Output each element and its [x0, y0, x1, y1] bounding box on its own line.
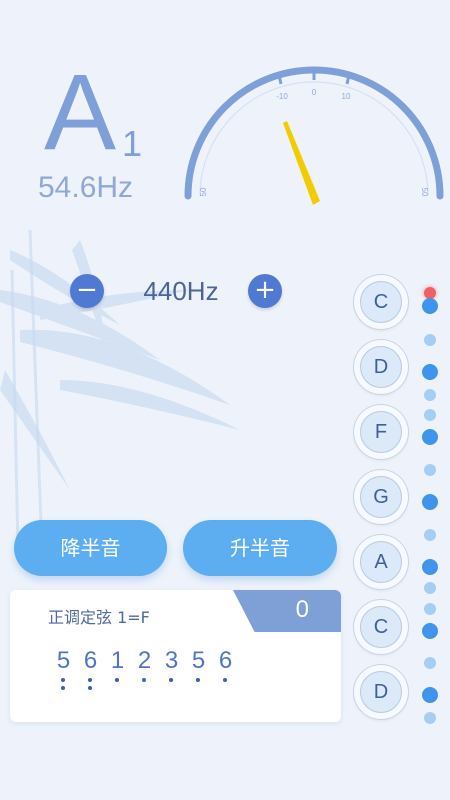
gauge-tick-10: 10 [342, 92, 351, 101]
notation-digit: 6 [212, 648, 239, 682]
string-note-label: A [360, 541, 402, 583]
string-note-label: G [360, 476, 402, 518]
string-button[interactable]: G [354, 470, 408, 524]
octave-dot [88, 686, 92, 690]
notation-digit: 1 [104, 648, 131, 682]
string-note-label: C [360, 281, 402, 323]
notation-digit: 5 [50, 648, 77, 690]
string-indicator-dot [422, 623, 438, 639]
detected-frequency: 54.6Hz [38, 171, 134, 204]
string-indicator-dot [424, 409, 436, 421]
tuning-mode-card[interactable]: 0 正调定弦 1=F 5612356 [10, 590, 341, 722]
semitone-up-button[interactable]: 升半音 [183, 520, 337, 576]
octave-dot [61, 686, 65, 690]
string-button[interactable]: D [354, 665, 408, 719]
gauge-needle [283, 121, 320, 205]
string-indicator-dot [422, 298, 438, 314]
string-indicator-dot [424, 529, 436, 541]
octave-dot [169, 678, 173, 682]
string-selector: CDFGACD [354, 275, 444, 725]
string-button[interactable]: C [354, 275, 408, 329]
octave-dot [142, 678, 146, 682]
gauge-left-label: 50 [199, 187, 208, 196]
string-indicator-dot [424, 657, 436, 669]
transpose-value: 0 [295, 596, 309, 623]
string-indicator-dot [424, 603, 436, 615]
octave-dot [196, 678, 200, 682]
semitone-down-button[interactable]: 降半音 [14, 520, 167, 576]
gauge-tick-0: 0 [312, 88, 317, 97]
gauge-right-label: 50 [420, 188, 429, 197]
string-indicator-dot [424, 712, 436, 724]
notation-digit: 5 [185, 648, 212, 682]
octave-dot [88, 678, 92, 682]
note-name: A [44, 51, 117, 172]
string-indicator-dot [424, 582, 436, 594]
note-octave: 1 [122, 123, 143, 164]
string-note-label: D [360, 346, 402, 388]
string-indicator-dot [422, 364, 438, 380]
string-button[interactable]: C [354, 600, 408, 654]
string-indicator-dot [422, 559, 438, 575]
octave-dot [223, 678, 227, 682]
string-indicator-dot [422, 429, 438, 445]
reference-frequency: 440Hz [143, 276, 219, 306]
notation-digit: 2 [131, 648, 158, 682]
string-indicator-dot [424, 389, 436, 401]
decrease-reference-button[interactable]: − [70, 274, 104, 308]
string-indicator-dot [424, 334, 436, 346]
tuning-mode-title: 正调定弦 1=F [48, 608, 150, 627]
string-note-label: F [360, 411, 402, 453]
string-button[interactable]: F [354, 405, 408, 459]
string-indicator-dot [422, 494, 438, 510]
notation-digit: 6 [77, 648, 104, 690]
string-note-label: D [360, 671, 402, 713]
reference-pitch-control: − 440Hz + [68, 272, 284, 312]
notation-digit: 3 [158, 648, 185, 682]
string-indicator-dot [422, 687, 438, 703]
string-indicator-dot [424, 464, 436, 476]
increase-reference-button[interactable]: + [248, 274, 282, 308]
jianpu-notation: 5612356 [50, 648, 239, 690]
octave-dot [115, 678, 119, 682]
string-button[interactable]: D [354, 340, 408, 394]
string-note-label: C [360, 606, 402, 648]
tuning-gauge: -10 0 10 50 50 [184, 66, 444, 205]
gauge-tick-minus-10: -10 [276, 92, 288, 101]
string-button[interactable]: A [354, 535, 408, 589]
octave-dot [61, 678, 65, 682]
transpose-badge: 0 [233, 590, 341, 632]
